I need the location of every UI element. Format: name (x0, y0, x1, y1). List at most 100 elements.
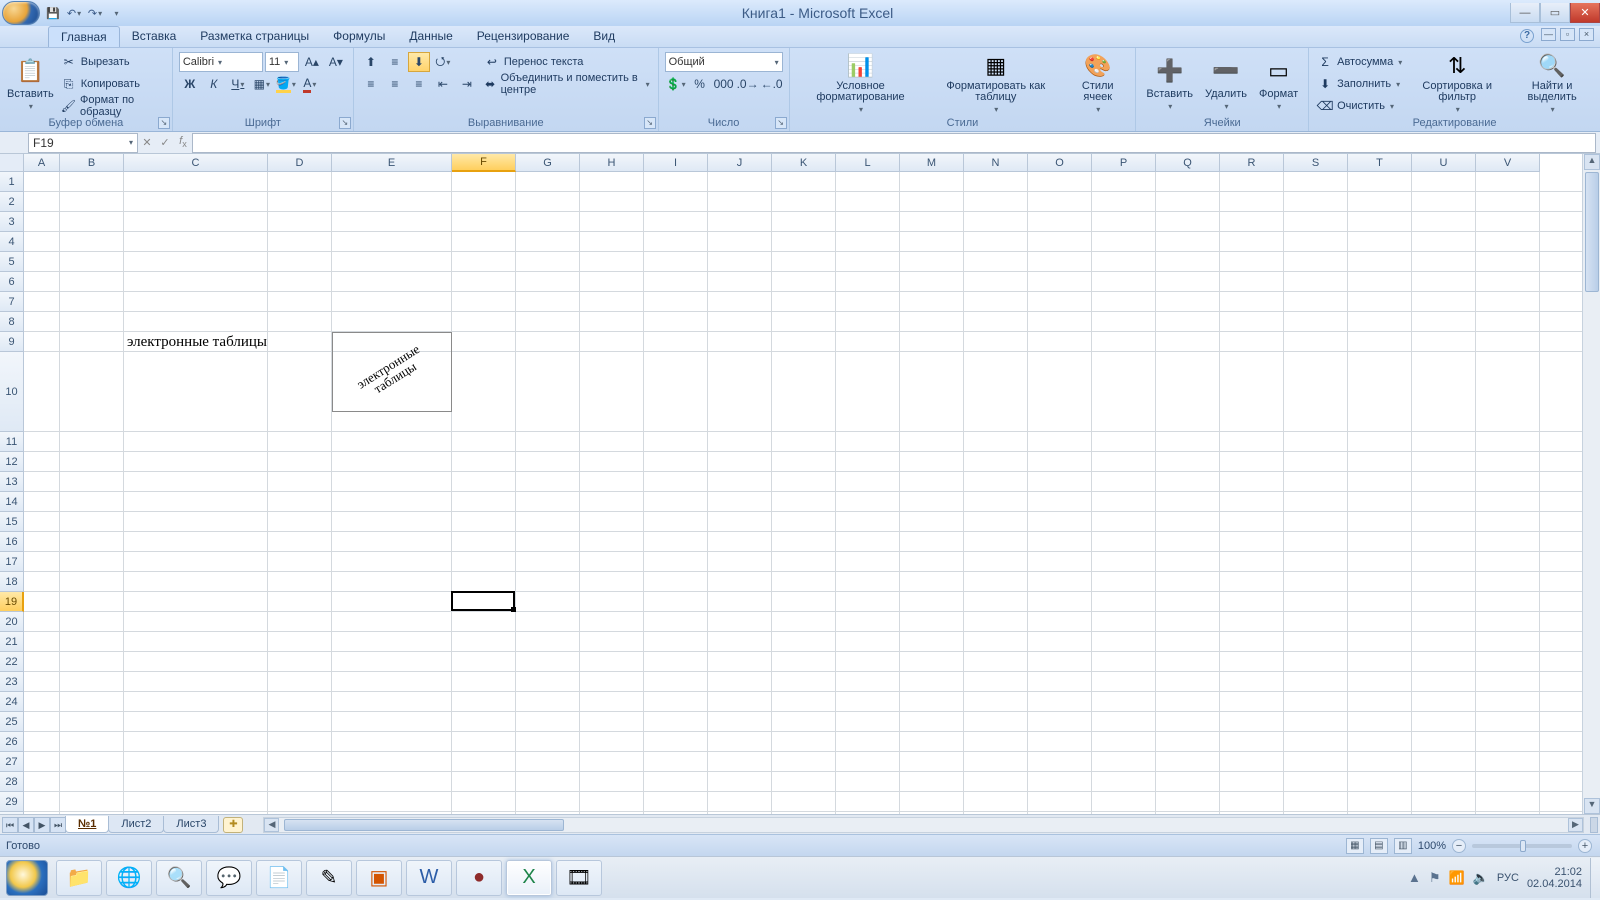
view-layout-icon[interactable]: ▤ (1370, 838, 1388, 854)
sheet-tab[interactable]: Лист3 (163, 816, 219, 833)
dialog-launcher-icon[interactable]: ↘ (339, 117, 351, 129)
column-header[interactable]: C (124, 154, 268, 172)
borders-button[interactable]: ▦▾ (251, 74, 273, 94)
column-header[interactable]: L (836, 154, 900, 172)
row-header[interactable]: 10 (0, 352, 24, 432)
column-header[interactable]: A (24, 154, 60, 172)
ribbon-minimize-icon[interactable]: — (1541, 28, 1556, 41)
tray-flag-icon[interactable]: ⚑ (1429, 870, 1441, 886)
taskbar-app-icon[interactable]: 🔍 (156, 860, 202, 896)
taskbar-excel-icon[interactable]: X (506, 860, 552, 896)
column-header[interactable]: K (772, 154, 836, 172)
ribbon-tab-данные[interactable]: Данные (397, 26, 464, 47)
column-header[interactable]: E (332, 154, 452, 172)
tray-clock[interactable]: 21:0202.04.2014 (1527, 866, 1582, 890)
scroll-down-icon[interactable]: ▼ (1584, 798, 1600, 814)
ribbon-tab-разметка страницы[interactable]: Разметка страницы (188, 26, 321, 47)
row-header[interactable]: 27 (0, 752, 24, 772)
qat-customize-icon[interactable]: ▾ (107, 4, 125, 22)
indent-dec-icon[interactable]: ⇤ (432, 74, 454, 94)
ribbon-tab-вид[interactable]: Вид (581, 26, 627, 47)
shrink-font-icon[interactable]: A▾ (325, 52, 347, 72)
zoom-level[interactable]: 100% (1418, 840, 1446, 852)
vertical-scrollbar[interactable]: ▲ ▼ (1582, 154, 1600, 814)
dialog-launcher-icon[interactable]: ↘ (158, 117, 170, 129)
sort-filter-button[interactable]: ⇅Сортировка и фильтр▾ (1408, 50, 1506, 116)
orientation-icon[interactable]: ⭯▾ (432, 52, 454, 72)
clear-button[interactable]: ⌫Очистить ▾ (1315, 96, 1404, 116)
row-header[interactable]: 4 (0, 232, 24, 252)
redo-icon[interactable]: ↷▾ (86, 4, 104, 22)
close-button[interactable]: ✕ (1570, 3, 1600, 23)
enter-icon[interactable]: ✓ (156, 136, 174, 149)
row-header[interactable]: 13 (0, 472, 24, 492)
tray-network-icon[interactable]: 📶 (1449, 870, 1465, 886)
column-header[interactable]: Q (1156, 154, 1220, 172)
column-header[interactable]: N (964, 154, 1028, 172)
row-header[interactable]: 15 (0, 512, 24, 532)
accounting-icon[interactable]: 💲▾ (665, 74, 687, 94)
dialog-launcher-icon[interactable]: ↘ (644, 117, 656, 129)
row-header[interactable]: 9 (0, 332, 24, 352)
copy-button[interactable]: ⎘Копировать (59, 74, 166, 94)
row-header[interactable]: 12 (0, 452, 24, 472)
row-header[interactable]: 24 (0, 692, 24, 712)
splitter-handle[interactable] (1590, 817, 1598, 833)
view-normal-icon[interactable]: ▦ (1346, 838, 1364, 854)
row-header[interactable]: 18 (0, 572, 24, 592)
column-header[interactable]: R (1220, 154, 1284, 172)
font-name-combo[interactable]: Calibri▾ (179, 52, 263, 72)
dialog-launcher-icon[interactable]: ↘ (775, 117, 787, 129)
paste-button[interactable]: 📋 Вставить ▾ (6, 50, 55, 116)
find-select-button[interactable]: 🔍Найти и выделить▾ (1510, 50, 1594, 116)
cut-button[interactable]: ✂Вырезать (59, 52, 166, 72)
taskbar-app-icon[interactable]: ● (456, 860, 502, 896)
merge-center-button[interactable]: ⬌Объединить и поместить в центре ▾ (482, 74, 652, 94)
scroll-right-icon[interactable]: ▶ (1568, 818, 1583, 832)
column-header[interactable]: P (1092, 154, 1156, 172)
row-header[interactable]: 5 (0, 252, 24, 272)
wrap-text-button[interactable]: ↩Перенос текста (482, 52, 652, 72)
column-header[interactable]: T (1348, 154, 1412, 172)
insert-cells-button[interactable]: ➕Вставить▾ (1142, 50, 1197, 116)
zoom-out-button[interactable]: − (1452, 839, 1466, 853)
tray-volume-icon[interactable]: 🔈 (1473, 870, 1489, 886)
scroll-thumb[interactable] (284, 819, 564, 831)
row-header[interactable]: 29 (0, 792, 24, 812)
taskbar-app-icon[interactable]: ✎ (306, 860, 352, 896)
taskbar-powerpoint-icon[interactable]: ▣ (356, 860, 402, 896)
horizontal-scrollbar[interactable]: ◀ ▶ (263, 817, 1584, 833)
view-pagebreak-icon[interactable]: ▥ (1394, 838, 1412, 854)
ribbon-tab-главная[interactable]: Главная (48, 26, 120, 47)
column-header[interactable]: M (900, 154, 964, 172)
indent-inc-icon[interactable]: ⇥ (456, 74, 478, 94)
inc-decimal-icon[interactable]: .0→ (737, 74, 759, 94)
sheet-tab[interactable]: Лист2 (108, 816, 164, 833)
scroll-left-icon[interactable]: ◀ (264, 818, 279, 832)
row-header[interactable]: 7 (0, 292, 24, 312)
minimize-button[interactable]: — (1510, 3, 1540, 23)
column-header[interactable]: H (580, 154, 644, 172)
align-right-icon[interactable]: ≡ (408, 74, 430, 94)
fill-button[interactable]: ⬇Заполнить ▾ (1315, 74, 1404, 94)
ribbon-tab-вставка[interactable]: Вставка (120, 26, 189, 47)
row-header[interactable]: 8 (0, 312, 24, 332)
number-format-combo[interactable]: Общий▾ (665, 52, 783, 72)
dec-decimal-icon[interactable]: ←.0 (761, 74, 783, 94)
fill-color-button[interactable]: 🪣▾ (275, 74, 297, 94)
bold-button[interactable]: Ж (179, 74, 201, 94)
cell-styles-button[interactable]: 🎨Стили ячеек▾ (1066, 50, 1129, 116)
column-header[interactable]: F (452, 154, 516, 172)
scroll-thumb[interactable] (1585, 172, 1599, 292)
new-sheet-button[interactable]: ✚ (223, 817, 243, 833)
column-header[interactable]: D (268, 154, 332, 172)
column-header[interactable]: S (1284, 154, 1348, 172)
column-header[interactable]: V (1476, 154, 1540, 172)
grow-font-icon[interactable]: A▴ (301, 52, 323, 72)
thousands-icon[interactable]: 000 (713, 74, 735, 94)
zoom-slider[interactable] (1472, 844, 1572, 848)
undo-icon[interactable]: ↶▾ (65, 4, 83, 22)
ribbon-restore-icon[interactable]: ▫ (1560, 28, 1575, 41)
cancel-icon[interactable]: ✕ (138, 136, 156, 149)
next-sheet-icon[interactable]: ▶ (34, 817, 50, 833)
